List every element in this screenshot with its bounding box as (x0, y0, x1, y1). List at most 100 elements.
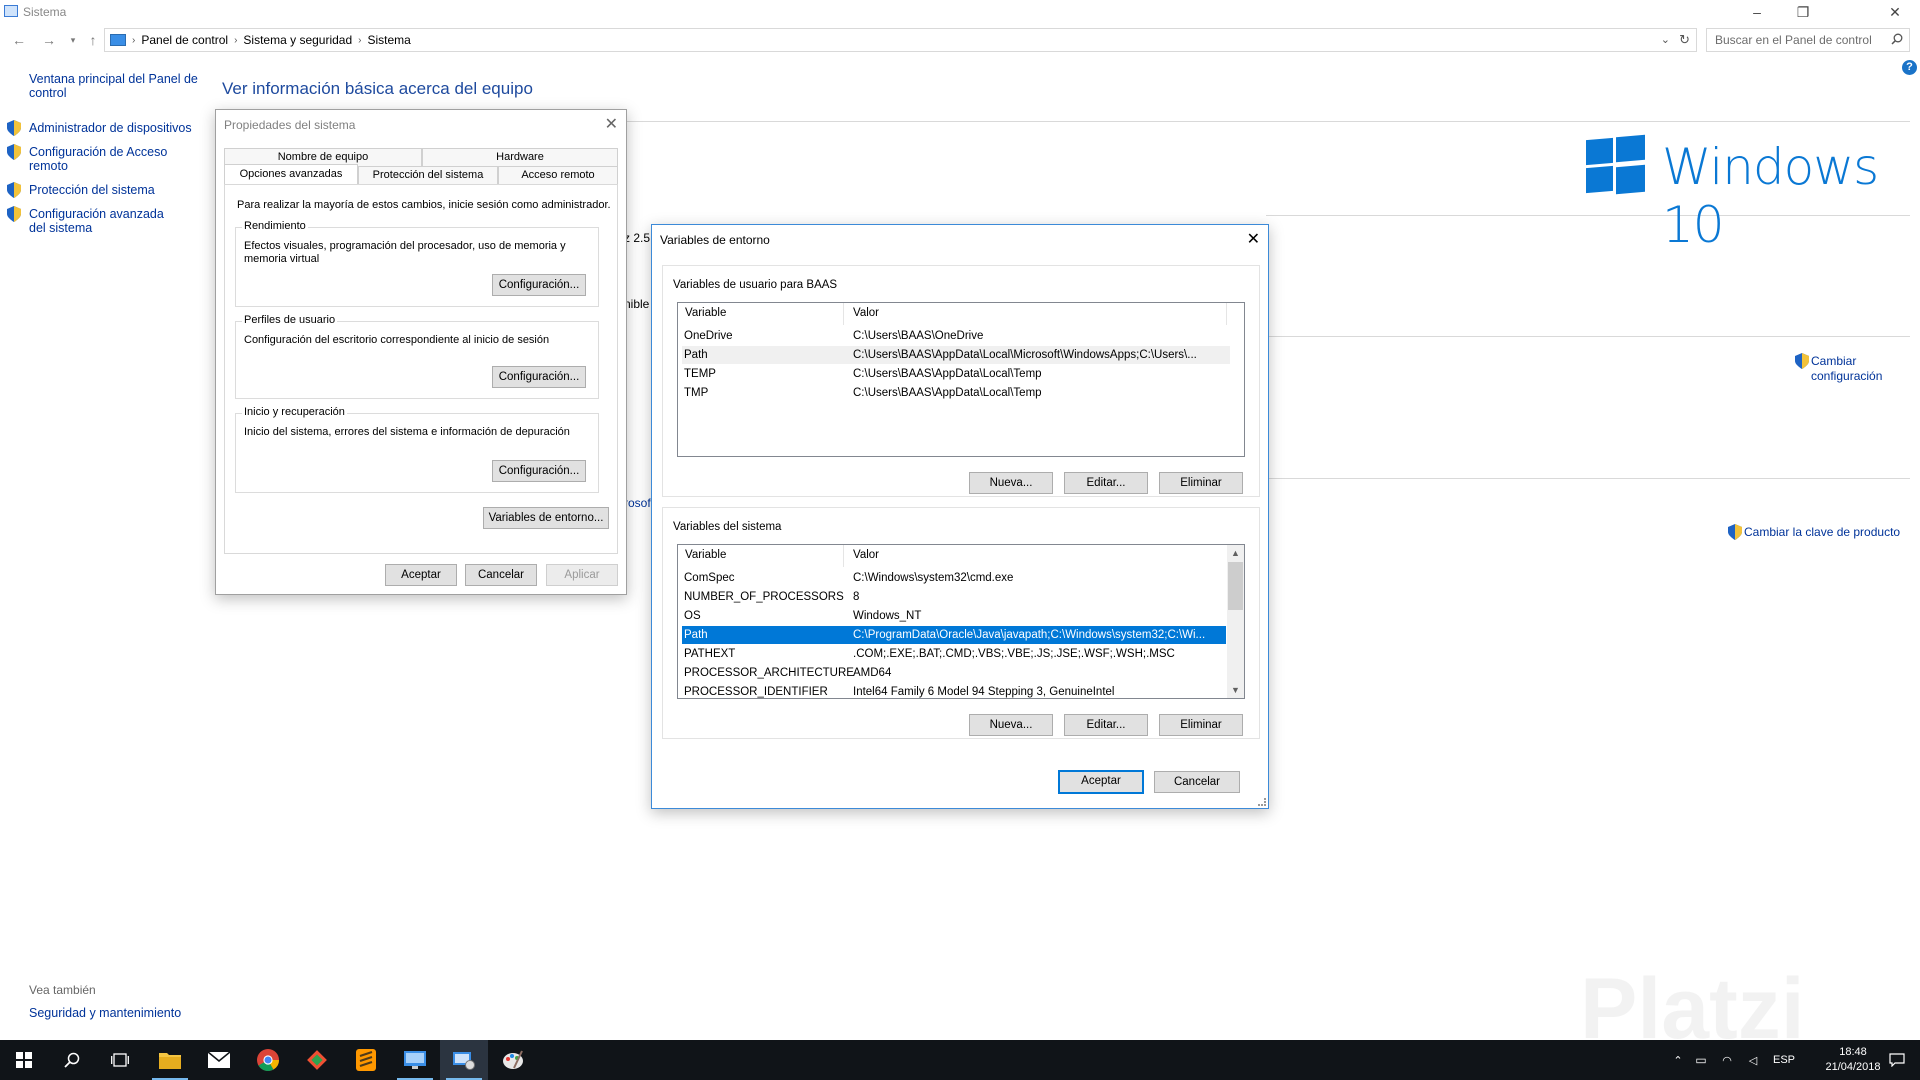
scroll-up-icon[interactable]: ▲ (1227, 545, 1244, 561)
taskbar-paint[interactable] (489, 1040, 537, 1080)
partial-text: z 2.5 (624, 231, 651, 245)
chevron-right-icon[interactable]: › (358, 35, 361, 46)
cancel-button[interactable]: Cancelar (465, 564, 537, 586)
close-icon[interactable]: ✕ (605, 114, 618, 134)
search-icon[interactable] (1891, 33, 1903, 45)
help-icon[interactable]: ? (1902, 60, 1917, 75)
forward-arrow-icon[interactable]: → (38, 30, 60, 50)
list-item-selected[interactable]: Path C:\ProgramData\Oracle\Java\javapath;… (682, 626, 1226, 644)
list-item[interactable]: PATHEXT .COM;.EXE;.BAT;.CMD;.VBS;.VBE;.JS… (682, 645, 1230, 663)
list-item[interactable]: PROCESSOR_ARCHITECTURE AMD64 (682, 664, 1230, 682)
list-item[interactable]: ComSpec C:\Windows\system32\cmd.exe (682, 569, 1230, 587)
ok-button[interactable]: Aceptar (385, 564, 457, 586)
taskbar-control-panel[interactable] (391, 1040, 439, 1080)
restore-button[interactable]: ❐ (1780, 0, 1826, 24)
task-view-button[interactable] (96, 1040, 144, 1080)
language-indicator[interactable]: ESP (1766, 1054, 1802, 1066)
startup-recovery-settings-button[interactable]: Configuración... (492, 460, 586, 482)
refresh-icon[interactable]: ↻ (1679, 32, 1690, 48)
taskbar-search-button[interactable] (48, 1040, 96, 1080)
control-panel-icon (110, 34, 126, 46)
taskbar-mail[interactable] (195, 1040, 243, 1080)
tab-hardware[interactable]: Hardware (422, 148, 618, 166)
wifi-icon[interactable]: ◠ (1714, 1054, 1740, 1067)
list-item[interactable]: OneDrive C:\Users\BAAS\OneDrive (682, 327, 1230, 345)
environment-variables-button[interactable]: Variables de entorno... (483, 507, 609, 529)
user-variables-label: Variables de usuario para BAAS (673, 279, 838, 291)
search-input[interactable]: Buscar en el Panel de control (1706, 28, 1910, 52)
action-center-button[interactable] (1874, 1040, 1920, 1080)
sublime-text-icon (356, 1049, 376, 1071)
taskbar-system-properties[interactable] (440, 1040, 488, 1080)
close-icon[interactable]: ✕ (1247, 229, 1260, 249)
change-settings-link[interactable]: Cambiar configuración (1811, 354, 1899, 384)
uac-shield-icon (1728, 524, 1742, 540)
taskbar-chrome[interactable] (244, 1040, 292, 1080)
system-variables-list[interactable]: Variable Valor ComSpec C:\Windows\system3… (677, 544, 1245, 699)
remote-access-link[interactable]: Configuración de Acceso remoto (29, 145, 179, 173)
address-dropdown-icon[interactable]: ⌄ (1661, 33, 1670, 46)
column-value-header[interactable]: Valor (853, 549, 879, 561)
breadcrumb-system-security[interactable]: Sistema y seguridad (243, 33, 352, 47)
tab-remote[interactable]: Acceso remoto (498, 166, 618, 184)
tab-system-protection[interactable]: Protección del sistema (358, 166, 498, 184)
control-panel-home-link[interactable]: Ventana principal del Panel de control (29, 72, 199, 100)
group-description: Efectos visuales, programación del proce… (244, 240, 566, 265)
tab-advanced[interactable]: Opciones avanzadas (224, 164, 358, 184)
chevron-right-icon[interactable]: › (132, 35, 135, 46)
system-delete-button[interactable]: Eliminar (1159, 714, 1243, 736)
close-button[interactable]: ✕ (1872, 0, 1918, 24)
divider (1266, 336, 1910, 337)
taskbar-file-explorer[interactable] (146, 1040, 194, 1080)
security-maintenance-link[interactable]: Seguridad y mantenimiento (29, 1006, 181, 1020)
user-delete-button[interactable]: Eliminar (1159, 472, 1243, 494)
list-item[interactable]: NUMBER_OF_PROCESSORS 8 (682, 588, 1230, 606)
advanced-system-settings-link[interactable]: Configuración avanzada del sistema (29, 207, 179, 235)
taskbar-git-app[interactable] (293, 1040, 341, 1080)
list-item[interactable]: PROCESSOR_IDENTIFIER Intel64 Family 6 Mod… (682, 683, 1230, 698)
taskbar-sublime[interactable] (342, 1040, 390, 1080)
list-item[interactable]: Path C:\Users\BAAS\AppData\Local\Microsof… (682, 346, 1230, 364)
group-label: Rendimiento (242, 220, 308, 232)
battery-icon[interactable]: ▭ (1688, 1053, 1714, 1067)
list-header: Variable Valor (678, 545, 1244, 567)
vertical-scrollbar[interactable]: ▲ ▼ (1227, 545, 1244, 698)
user-new-button[interactable]: Nueva... (969, 472, 1053, 494)
list-item[interactable]: TEMP C:\Users\BAAS\AppData\Local\Temp (682, 365, 1230, 383)
breadcrumb-system[interactable]: Sistema (368, 33, 411, 47)
user-variables-list[interactable]: Variable Valor OneDrive C:\Users\BAAS\One… (677, 302, 1245, 457)
change-product-key-link[interactable]: Cambiar la clave de producto (1744, 525, 1900, 540)
up-arrow-icon[interactable]: ↑ (82, 30, 104, 50)
apply-button[interactable]: Aplicar (546, 564, 618, 586)
system-icon (4, 5, 18, 17)
minimize-button[interactable]: – (1734, 0, 1780, 24)
start-button[interactable] (0, 1040, 48, 1080)
column-variable-header[interactable]: Variable (685, 549, 726, 561)
partial-text: rosof (624, 496, 651, 510)
chevron-right-icon[interactable]: › (234, 35, 237, 46)
scroll-down-icon[interactable]: ▼ (1227, 682, 1244, 698)
volume-icon[interactable]: ◁ (1740, 1054, 1766, 1067)
column-variable-header[interactable]: Variable (685, 307, 726, 319)
user-edit-button[interactable]: Editar... (1064, 472, 1148, 494)
user-profiles-settings-button[interactable]: Configuración... (492, 366, 586, 388)
back-arrow-icon[interactable]: ← (8, 30, 30, 50)
recent-dropdown-icon[interactable]: ▾ (62, 30, 84, 50)
address-bar[interactable]: › Panel de control › Sistema y seguridad… (104, 28, 1697, 52)
device-manager-link[interactable]: Administrador de dispositivos (29, 121, 192, 135)
breadcrumb-control-panel[interactable]: Panel de control (141, 33, 228, 47)
system-edit-button[interactable]: Editar... (1064, 714, 1148, 736)
column-value-header[interactable]: Valor (853, 307, 879, 319)
system-protection-link[interactable]: Protección del sistema (29, 183, 155, 197)
scroll-thumb[interactable] (1228, 562, 1243, 610)
system-new-button[interactable]: Nueva... (969, 714, 1053, 736)
env-cancel-button[interactable]: Cancelar (1154, 771, 1240, 793)
performance-settings-button[interactable]: Configuración... (492, 274, 586, 296)
list-item[interactable]: OS Windows_NT (682, 607, 1230, 625)
see-also-label: Vea también (29, 983, 96, 997)
uac-shield-icon (7, 182, 21, 198)
env-ok-button[interactable]: Aceptar (1058, 770, 1144, 794)
resize-grip-icon[interactable] (1258, 798, 1266, 806)
list-item[interactable]: TMP C:\Users\BAAS\AppData\Local\Temp (682, 384, 1230, 402)
chevron-up-icon[interactable]: ⌃ (1668, 1054, 1688, 1067)
